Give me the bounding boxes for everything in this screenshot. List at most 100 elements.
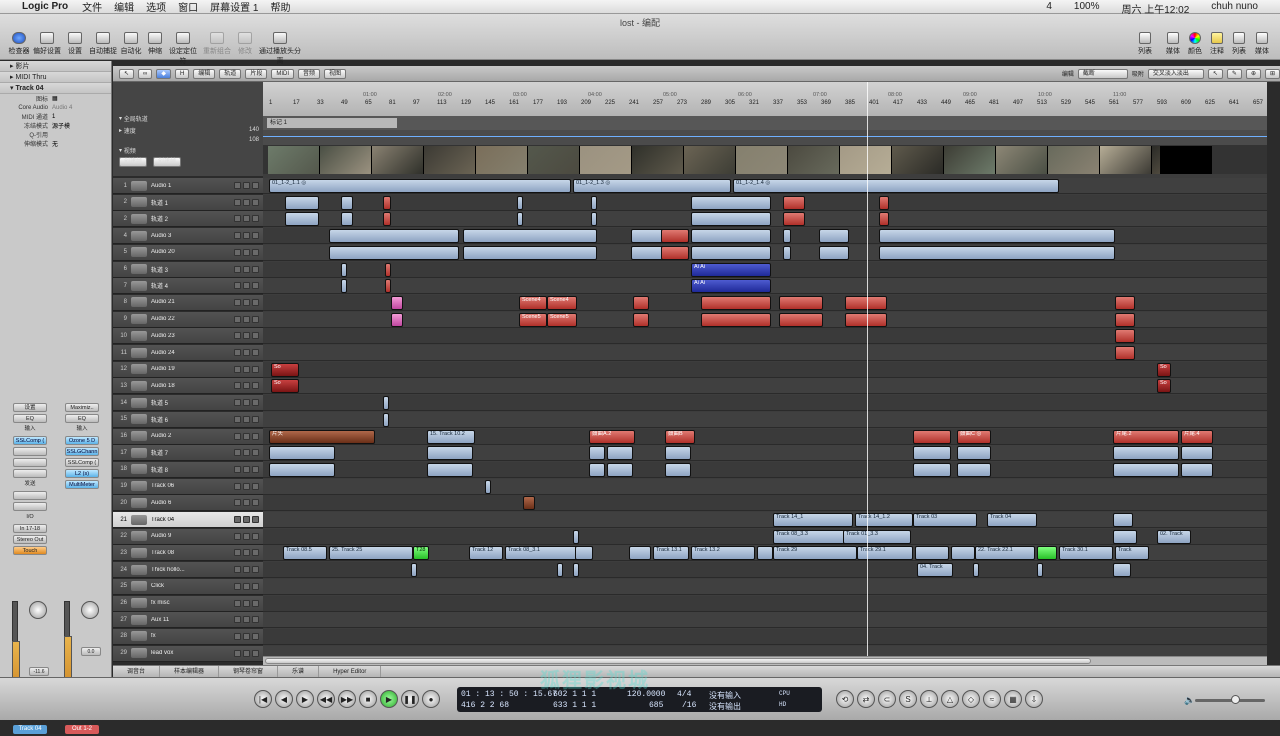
region[interactable] <box>783 245 791 260</box>
record-button[interactable] <box>252 432 259 440</box>
region[interactable] <box>691 245 771 260</box>
tempo-track[interactable] <box>263 130 1267 146</box>
mute-button[interactable] <box>234 566 241 574</box>
region[interactable] <box>385 279 391 294</box>
record-button[interactable] <box>252 382 259 390</box>
region[interactable] <box>589 462 605 477</box>
record-button[interactable] <box>252 282 259 290</box>
region[interactable] <box>701 312 771 327</box>
region[interactable] <box>341 212 353 227</box>
play-icon[interactable]: ▶ <box>380 690 398 708</box>
region[interactable] <box>383 212 391 227</box>
region[interactable] <box>285 195 319 210</box>
region[interactable] <box>341 279 347 294</box>
track-name[interactable]: Audio 2 <box>151 433 234 439</box>
inspector-core-audio-row[interactable]: Core Audio Audio 4 <box>0 103 111 112</box>
track-header[interactable]: 13 Audio 18 <box>113 378 263 395</box>
track-name[interactable]: lead vox <box>151 650 234 656</box>
mute-button[interactable] <box>234 549 241 557</box>
mute-button[interactable] <box>234 282 241 290</box>
region[interactable] <box>1113 529 1137 544</box>
region[interactable]: Scene5 <box>547 312 577 327</box>
track-name[interactable]: Track 08 <box>151 550 234 556</box>
output-slot[interactable]: Stereo Out <box>13 535 47 544</box>
countin-icon[interactable]: ▦ <box>1004 690 1022 708</box>
menu-window[interactable]: 窗口 <box>178 0 198 14</box>
inspector-section-track[interactable]: ▾ Track 04 <box>0 83 111 94</box>
mute-button[interactable] <box>234 482 241 490</box>
track-name[interactable]: 轨道 3 <box>151 265 234 274</box>
solo-button[interactable] <box>243 599 250 607</box>
automation-mode[interactable]: Touch <box>13 546 47 555</box>
region[interactable] <box>951 546 975 561</box>
track-name[interactable]: Track 04 <box>151 517 234 523</box>
region[interactable] <box>913 446 951 461</box>
mute-button[interactable] <box>234 449 241 457</box>
solo-button[interactable] <box>243 399 250 407</box>
region[interactable] <box>517 195 523 210</box>
track-name[interactable]: Audio 19 <box>151 366 234 372</box>
region[interactable] <box>557 563 563 578</box>
solo-button[interactable] <box>243 198 250 206</box>
solo-button[interactable] <box>243 332 250 340</box>
track-header[interactable]: 19 Track 06 <box>113 478 263 495</box>
region[interactable] <box>411 563 417 578</box>
record-button[interactable] <box>252 248 259 256</box>
record-button[interactable] <box>252 465 259 473</box>
global-tracks-toggle[interactable]: ▾ 全局轨道 <box>113 112 263 124</box>
region[interactable] <box>1037 546 1057 561</box>
region[interactable]: 01_1-2_1.4 ◎ <box>733 179 1059 193</box>
track-lane[interactable] <box>263 595 1267 612</box>
record-button[interactable] <box>252 649 259 657</box>
tab-hyper-editor[interactable]: Hyper Editor <box>319 666 382 677</box>
track-lane[interactable] <box>263 645 1267 656</box>
solo-button[interactable] <box>243 248 250 256</box>
bar-ruler[interactable]: 1 17 33 49 65 81 97 113 129 145 161 177 193 209 225 241… <box>263 82 1267 116</box>
record-button[interactable] <box>252 516 259 523</box>
record-button[interactable] <box>252 399 259 407</box>
region[interactable] <box>701 295 771 310</box>
inspector-midi-channel-row[interactable]: MIDI 通道 1 <box>0 112 111 122</box>
region[interactable] <box>591 212 597 227</box>
region[interactable] <box>269 462 335 477</box>
solo-button[interactable] <box>243 449 250 457</box>
region[interactable]: 鼓曲C ◎ <box>957 429 991 444</box>
volume-knob[interactable] <box>1231 695 1240 704</box>
mute-button[interactable] <box>234 265 241 273</box>
track-header[interactable]: 21 Track 04 <box>113 512 263 528</box>
solo-button[interactable] <box>243 415 250 423</box>
track-name[interactable]: Audio 1 <box>151 183 234 189</box>
solo-button[interactable] <box>243 182 250 189</box>
inspector-section-midi-thru[interactable]: ▸ MIDI Thru <box>0 72 111 83</box>
master-volume-slider[interactable] <box>1195 695 1265 704</box>
create-frame-button[interactable]: 创建帧 <box>119 157 148 167</box>
region[interactable]: T28 <box>413 546 429 561</box>
region[interactable] <box>629 546 651 561</box>
track-name[interactable]: Click <box>151 583 234 589</box>
record-button[interactable] <box>252 549 259 557</box>
horizontal-scrollbar[interactable] <box>263 656 1267 665</box>
track-name[interactable]: Audio 6 <box>151 500 234 506</box>
pencil-tool-icon[interactable]: ✎ <box>1226 68 1242 79</box>
region[interactable] <box>329 245 459 260</box>
mute-button[interactable] <box>234 382 241 390</box>
insert-slot[interactable]: SSLComp ( <box>13 436 47 445</box>
track-header[interactable]: 12 Audio 19 <box>113 361 263 378</box>
record-button[interactable] <box>252 499 259 507</box>
track-header[interactable]: 26 fx misc <box>113 595 263 612</box>
record-button[interactable] <box>252 482 259 490</box>
inspector-q-reference-row[interactable]: Q-引用 <box>0 130 111 139</box>
record-button[interactable] <box>252 332 259 340</box>
region[interactable] <box>329 229 459 244</box>
record-button[interactable] <box>252 566 259 574</box>
region[interactable] <box>269 446 335 461</box>
region[interactable] <box>391 295 403 310</box>
view-menu[interactable]: 视图 <box>324 68 347 79</box>
track-header[interactable]: 7 轨道 4 <box>113 278 263 295</box>
media-button[interactable]: 媒体 <box>1162 32 1184 56</box>
solo-button[interactable] <box>243 432 250 440</box>
record-button[interactable] <box>252 182 259 189</box>
mute-button[interactable] <box>234 632 241 640</box>
region[interactable]: 片头 <box>269 429 375 444</box>
region[interactable] <box>915 546 949 561</box>
